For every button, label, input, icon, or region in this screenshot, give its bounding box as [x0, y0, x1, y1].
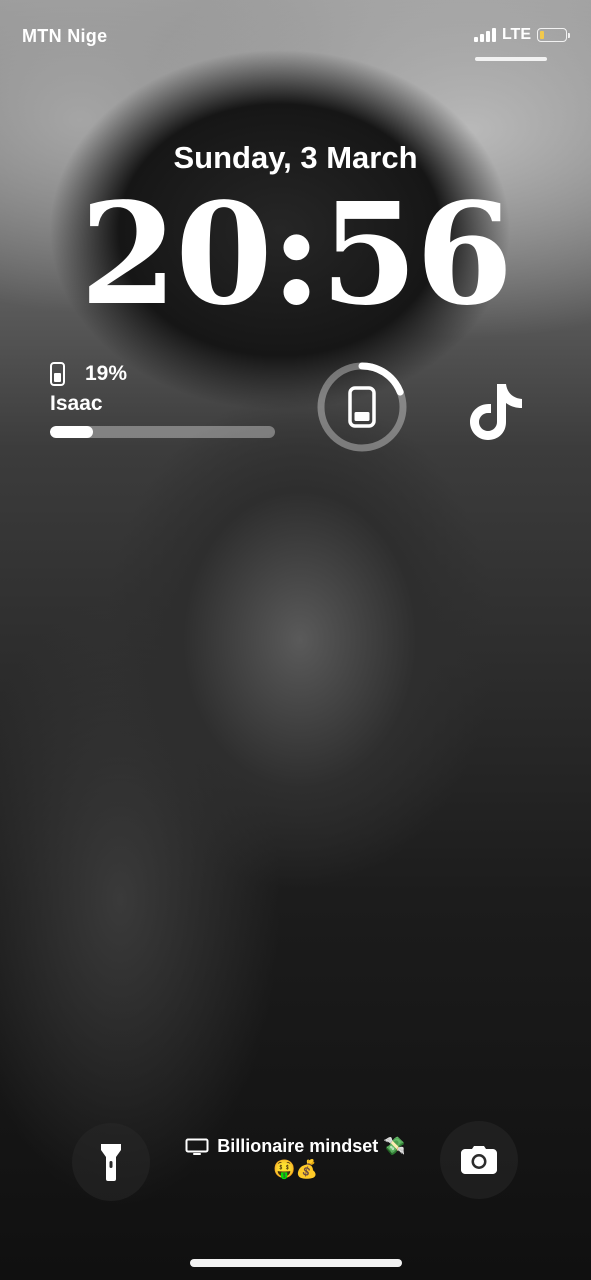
- focus-label: Billionaire mindset 💸: [217, 1136, 406, 1156]
- lock-screen-date: Sunday, 3 March: [173, 140, 418, 175]
- camera-icon: [461, 1146, 497, 1174]
- tiktok-widget[interactable]: [462, 378, 530, 444]
- battery-icon: [537, 28, 570, 42]
- status-bar: MTN Nige LTE: [0, 0, 591, 70]
- tiktok-icon: [470, 384, 522, 440]
- flashlight-icon: [101, 1144, 121, 1181]
- battery-level-bar: [50, 426, 275, 438]
- focus-status[interactable]: Billionaire mindset 💸 🤑💰: [150, 1136, 441, 1180]
- lock-screen-clock[interactable]: 20:56: [0, 180, 591, 330]
- battery-level-fill: [50, 426, 93, 438]
- battery-widget[interactable]: 19% Isaac: [50, 362, 275, 438]
- battery-fill: [540, 31, 545, 39]
- control-center-indicator[interactable]: [475, 57, 547, 61]
- battery-percent: 19%: [85, 362, 128, 385]
- phone-icon: [348, 386, 376, 428]
- monitor-icon: [185, 1138, 209, 1155]
- home-indicator[interactable]: [190, 1259, 402, 1267]
- phone-icon: [50, 362, 65, 386]
- battery-device-name: Isaac: [50, 392, 103, 415]
- battery-ring-widget[interactable]: [316, 361, 408, 453]
- camera-button[interactable]: [440, 1121, 518, 1199]
- network-type: LTE: [501, 26, 531, 43]
- carrier-name: MTN Nige: [22, 26, 108, 46]
- status-indicators: LTE: [473, 26, 570, 44]
- focus-emojis: 🤑💰: [273, 1159, 318, 1179]
- signal-strength-icon: [473, 28, 496, 42]
- flashlight-button[interactable]: [72, 1123, 150, 1201]
